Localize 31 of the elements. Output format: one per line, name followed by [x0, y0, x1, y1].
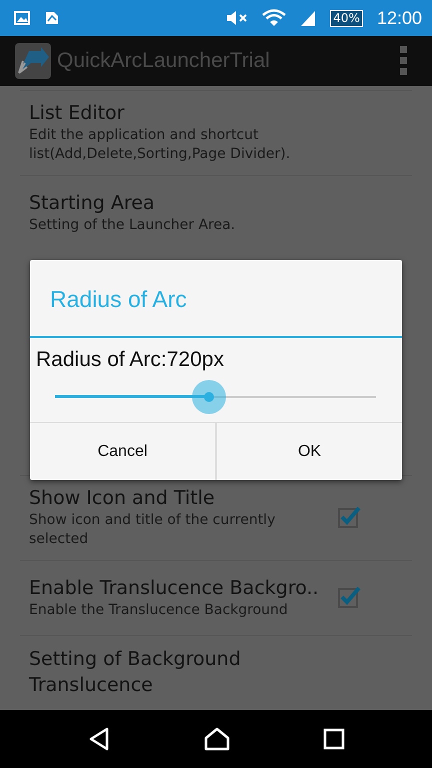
- setting-summary: Enable the Translucence Background: [29, 600, 289, 620]
- setting-title: Setting of Background Translucence: [29, 647, 242, 698]
- slider-thumb[interactable]: [192, 380, 226, 414]
- dialog-title: Radius of Arc: [30, 260, 402, 338]
- setting-title: List Editor: [29, 101, 126, 126]
- back-icon[interactable]: [86, 727, 111, 751]
- checkbox[interactable]: [337, 585, 361, 609]
- value-label: Radius of Arc:720px: [35, 347, 225, 372]
- mute-icon: [226, 10, 248, 26]
- setting-title: Enable Translucence Backgro..: [29, 576, 320, 600]
- settings-item[interactable]: List Editor Edit the application and shortcut list(Add,Delete,Sorting,Page Divider).: [20, 90, 412, 176]
- setting-summary: Setting of the Launcher Area.: [29, 216, 236, 235]
- signal-icon: [300, 10, 316, 26]
- wifi-icon: [262, 9, 286, 27]
- dialog-button[interactable]: OK: [215, 423, 402, 480]
- app-title: QuickArcLauncherTrial: [57, 49, 270, 73]
- setting-summary: Edit the application and shortcut list(Add,Delete,Sorting,Page Divider).: [29, 126, 292, 164]
- home-icon[interactable]: [204, 727, 230, 751]
- image-icon: [14, 10, 30, 26]
- app-logo-icon: [15, 43, 51, 79]
- setting-title: Show Icon and Title: [29, 486, 216, 511]
- clock-time: 12:00: [376, 8, 422, 28]
- settings-item[interactable]: Starting Area Setting of the Launcher Area.: [20, 175, 412, 250]
- overflow-menu-icon[interactable]: [400, 46, 408, 76]
- setting-title: Starting Area: [29, 190, 156, 216]
- settings-item[interactable]: Enable Translucence Backgro.. Enable the Translucence Background: [20, 560, 412, 635]
- battery-indicator: 40%: [330, 10, 363, 26]
- document-icon: [44, 10, 60, 26]
- recent-apps-icon[interactable]: [323, 728, 346, 750]
- setting-summary: Show icon and title of the currently selected: [29, 510, 276, 549]
- checkbox[interactable]: [337, 504, 361, 529]
